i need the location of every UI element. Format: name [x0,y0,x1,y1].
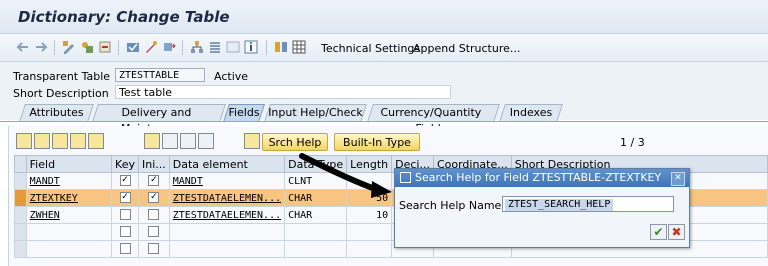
dialog-title-bar: Search Help for Field ZTESTTABLE-ZTEXTKE… [395,169,689,187]
confirm-check-icon[interactable]: ✔ [650,224,667,240]
search-help-name-input[interactable]: ZTEST_SEARCH_HELP [502,196,674,212]
search-help-dialog: Search Help for Field ZTESTTABLE-ZTEXTKE… [394,168,690,248]
cancel-x-icon[interactable]: ✖ [668,224,685,240]
close-icon[interactable]: ✕ [671,172,685,186]
search-help-name-value: ZTEST_SEARCH_HELP [505,199,614,211]
search-help-name-label: Search Help Name [399,199,502,212]
dialog-window-icon [400,172,411,183]
dialog-title: Search Help for Field ZTESTTABLE-ZTEXTKE… [415,171,662,184]
